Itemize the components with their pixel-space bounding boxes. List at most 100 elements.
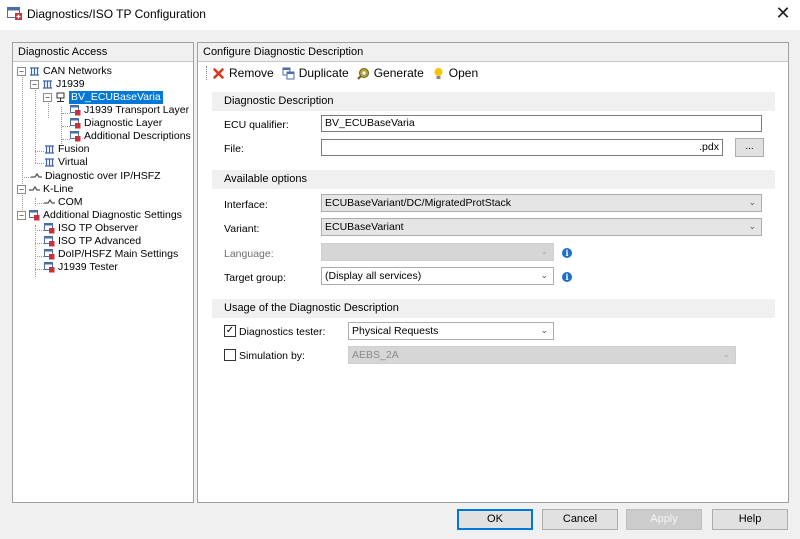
collapse-icon[interactable]: −: [17, 185, 26, 194]
diagnostic-access-header: Diagnostic Access: [13, 43, 193, 62]
tree-item-label: Fusion: [58, 143, 90, 155]
tree-item-label: Additional Descriptions: [84, 130, 191, 142]
tree-item-additional-descriptions[interactable]: Additional Descriptions: [70, 130, 191, 143]
network-icon: [44, 144, 55, 155]
diagnostics-tester-label: Diagnostics tester:: [239, 326, 326, 338]
cable-icon: [29, 184, 40, 195]
tree-item-bv-ecu[interactable]: − BV_ECUBaseVaria: [43, 91, 163, 104]
tree-item-can-networks[interactable]: − CAN Networks: [17, 65, 112, 78]
remove-icon: [212, 67, 225, 80]
browse-file-button[interactable]: ...: [735, 138, 764, 157]
file-input[interactable]: .pdx: [321, 139, 723, 156]
variant-label: Variant:: [224, 223, 260, 235]
configure-diagnostic-header: Configure Diagnostic Description: [198, 43, 788, 62]
tree-item-iso-tp-advanced[interactable]: ISO TP Advanced: [44, 235, 141, 248]
usage-section-header: Usage of the Diagnostic Description: [212, 299, 775, 318]
app-window-icon: [7, 7, 23, 21]
window-title: Diagnostics/ISO TP Configuration: [27, 7, 206, 21]
chevron-down-icon: ⌄: [748, 222, 756, 232]
tree-item-doip-main[interactable]: DoIP/HSFZ Main Settings: [44, 248, 178, 261]
chevron-down-icon: ⌄: [540, 247, 548, 257]
settings-page-icon: [70, 105, 81, 116]
simulation-label: Simulation by:: [239, 350, 305, 362]
diagnostics-tester-checkbox[interactable]: ✓: [224, 325, 236, 337]
chevron-down-icon: ⌄: [748, 198, 756, 208]
language-select[interactable]: ⌄: [321, 243, 554, 261]
ok-button[interactable]: OK: [457, 509, 533, 530]
settings-page-icon: [44, 236, 55, 247]
tree-item-diag-over-ip[interactable]: Diagnostic over IP/HSFZ: [31, 170, 161, 183]
tree-item-label: Diagnostic over IP/HSFZ: [45, 170, 161, 182]
cable-icon: [31, 171, 42, 182]
tree-item-label: Virtual: [58, 156, 88, 168]
available-options-section-header: Available options: [212, 170, 775, 189]
file-label: File:: [224, 143, 244, 155]
diagnostic-access-panel: Diagnostic Access − CAN Networks − J1939: [12, 42, 194, 503]
tree-item-label: CAN Networks: [43, 65, 112, 77]
chevron-down-icon: ⌄: [540, 326, 548, 336]
open-button[interactable]: Open: [432, 66, 478, 80]
ecu-qualifier-input[interactable]: BV_ECUBaseVaria: [321, 115, 762, 132]
settings-page-icon: [70, 118, 81, 129]
tree-item-label: J1939 Transport Layer: [84, 104, 190, 116]
tree-item-j1939[interactable]: − J1939: [30, 78, 85, 91]
close-icon[interactable]: ✕: [770, 2, 796, 26]
tree-item-label: K-Line: [43, 183, 74, 195]
tree-item-label: ISO TP Advanced: [58, 235, 142, 247]
configure-diagnostic-panel: Configure Diagnostic Description Remove …: [197, 42, 789, 503]
tree-item-label: Diagnostic Layer: [84, 117, 163, 129]
apply-button[interactable]: Apply: [626, 509, 702, 530]
generate-button[interactable]: Generate: [357, 66, 424, 80]
interface-label: Interface:: [224, 199, 268, 211]
collapse-icon[interactable]: −: [17, 211, 26, 220]
network-icon: [44, 157, 55, 168]
chevron-down-icon: ⌄: [540, 271, 548, 281]
toolbar: Remove Duplicate Generate Open: [198, 62, 788, 84]
tree-item-iso-tp-observer[interactable]: ISO TP Observer: [44, 222, 138, 235]
tree-item-additional-diag-settings[interactable]: − Additional Diagnostic Settings: [17, 209, 182, 222]
settings-page-icon: [44, 223, 55, 234]
tree-item-diagnostic-layer[interactable]: Diagnostic Layer: [70, 117, 162, 130]
language-info-icon[interactable]: i: [562, 248, 572, 258]
cable-icon: [44, 197, 55, 208]
chevron-down-icon: ⌄: [722, 350, 730, 360]
settings-page-icon: [44, 262, 55, 273]
tree-item-label: J1939 Tester: [58, 261, 118, 273]
generate-gear-icon: [357, 67, 370, 80]
simulation-select[interactable]: AEBS_2A ⌄: [348, 346, 736, 364]
variant-select[interactable]: ECUBaseVariant ⌄: [321, 218, 762, 236]
help-button[interactable]: Help: [712, 509, 788, 530]
settings-stack-icon: [29, 210, 40, 221]
settings-page-icon: [44, 249, 55, 260]
tree-item-kline[interactable]: − K-Line: [17, 183, 73, 196]
tree-item-label: DoIP/HSFZ Main Settings: [58, 248, 179, 260]
target-group-label: Target group:: [224, 272, 286, 284]
toolbar-grip: [206, 66, 208, 80]
tree-item-virtual[interactable]: Virtual: [44, 156, 88, 169]
tree-item-j1939-tester[interactable]: J1939 Tester: [44, 261, 118, 274]
tree-item-label: COM: [58, 196, 83, 208]
file-extension: .pdx: [699, 141, 719, 153]
simulation-checkbox[interactable]: [224, 349, 236, 361]
title-bar: Diagnostics/ISO TP Configuration ✕: [0, 0, 800, 30]
language-label: Language:: [224, 248, 274, 260]
duplicate-icon: [282, 67, 295, 80]
tree-item-j1939-transport[interactable]: J1939 Transport Layer: [70, 104, 189, 117]
duplicate-button[interactable]: Duplicate: [282, 66, 349, 80]
settings-page-icon: [70, 131, 81, 142]
lightbulb-icon: [432, 67, 445, 80]
diag-description-section-header: Diagnostic Description: [212, 92, 775, 111]
target-group-select[interactable]: (Display all services) ⌄: [321, 267, 554, 285]
interface-select[interactable]: ECUBaseVariant/DC/MigratedProtStack ⌄: [321, 194, 762, 212]
tree-item-label: ISO TP Observer: [58, 222, 139, 234]
remove-button[interactable]: Remove: [212, 66, 274, 80]
tree-item-com[interactable]: COM: [44, 196, 83, 209]
collapse-icon[interactable]: −: [17, 67, 26, 76]
target-group-info-icon[interactable]: i: [562, 272, 572, 282]
diagnostics-tester-select[interactable]: Physical Requests ⌄: [348, 322, 554, 340]
tree-item-fusion[interactable]: Fusion: [44, 143, 90, 156]
network-icon: [42, 79, 53, 90]
cancel-button[interactable]: Cancel: [542, 509, 618, 530]
collapse-icon[interactable]: −: [30, 80, 39, 89]
collapse-icon[interactable]: −: [43, 93, 52, 102]
